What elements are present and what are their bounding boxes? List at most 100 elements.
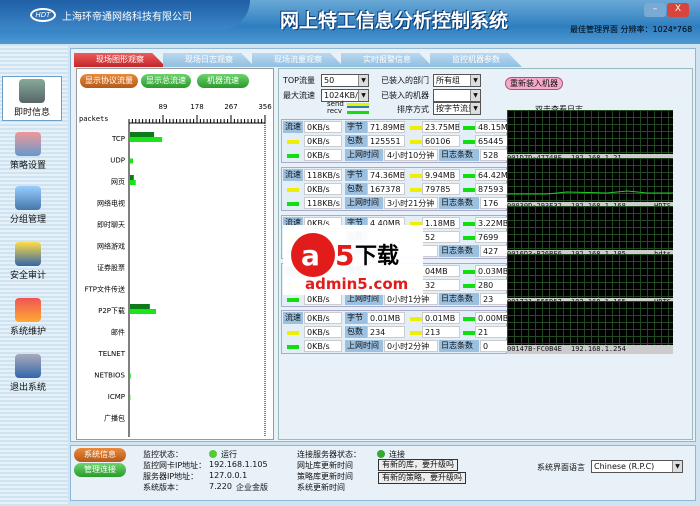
recv-icon	[463, 188, 475, 192]
logs-label: 日志条数	[439, 340, 479, 352]
monitor-status-value: 运行	[221, 450, 237, 459]
bar-recv	[130, 158, 134, 164]
bar-send	[130, 132, 155, 137]
packets-label: 包数	[345, 183, 367, 195]
recv-speed: 118KB/s	[304, 197, 342, 209]
manage-connection-button[interactable]: 管理连接	[74, 463, 126, 477]
send-speed: 0KB/s	[304, 326, 342, 338]
send-icon	[410, 188, 422, 192]
protocol-chart-panel: 显示协议流量 显示总流速 机器流速 packets 89 178 267 356 TCP U…	[76, 68, 274, 440]
policy-db-label: 策略库更新时间	[297, 472, 353, 481]
recv-icon	[463, 236, 475, 240]
protocol-bar-chart: packets 89 178 267 356 TCP UDP 网页网络电视即时聊天网络游戏证券…	[79, 103, 272, 437]
uptime-label: 上网时间	[345, 149, 383, 161]
traffic-graph[interactable]	[507, 110, 673, 154]
machine-row[interactable]: 流速0KB/s0KB/s0KB/s字节71.89MB23.75MB48.15MB…	[281, 119, 508, 163]
tab-log[interactable]: 现场日志观察	[163, 53, 255, 67]
resolution-note: 最佳管理界面 分辨率：1024*768	[570, 25, 693, 34]
recv-icon	[463, 331, 475, 335]
total-packets: 234	[367, 326, 405, 338]
send-packets: 32	[422, 279, 460, 291]
machine-select[interactable]: ▼	[433, 89, 481, 102]
send-bytes: 9.94MB	[422, 169, 460, 181]
tab-machine-params[interactable]: 监控机器参数	[430, 53, 522, 67]
send-icon	[287, 331, 299, 335]
total-speed: 0KB/s	[304, 121, 342, 133]
ip-address: 192.168.1.254	[571, 345, 626, 353]
logs-value: 23	[480, 293, 508, 305]
speed-label: 流速	[283, 169, 303, 181]
category-label: 即时聊天	[97, 220, 125, 229]
sidebar-item-maintenance[interactable]: 系统维护	[4, 298, 52, 337]
recv-packets: 87593	[475, 183, 508, 195]
traffic-graph[interactable]	[507, 254, 673, 298]
traffic-graph[interactable]	[507, 206, 673, 250]
tick-label: 89	[159, 103, 168, 111]
category-label: 网页	[111, 178, 125, 186]
close-button[interactable]: X	[667, 3, 689, 17]
category-label: ICMP	[108, 393, 125, 401]
tick-label: 356	[258, 103, 272, 111]
sidebar-item-exit[interactable]: 退出系统	[4, 354, 52, 393]
sidebar-item-instant-info[interactable]: 即时信息	[2, 76, 62, 121]
recv-icon	[463, 222, 475, 226]
sidebar-item-audit[interactable]: 安全审计	[4, 242, 52, 281]
category-label: UDP	[110, 157, 125, 165]
sort-label: 排序方式	[397, 105, 429, 114]
send-icon	[287, 188, 299, 192]
sort-select[interactable]: 按字节流量 ▼	[433, 102, 481, 115]
minimize-button[interactable]: –	[644, 3, 666, 17]
bar-recv	[130, 309, 156, 314]
unit-label: packets	[79, 115, 109, 123]
dept-select[interactable]: 所有组 ▼	[433, 74, 481, 87]
company-name: 上海环帝通网络科技有限公司	[62, 12, 192, 23]
recv-icon	[287, 298, 299, 302]
system-info-button[interactable]: 系统信息	[74, 448, 126, 462]
bytes-label: 字节	[345, 169, 367, 181]
chevron-down-icon: ▼	[358, 90, 368, 101]
tab-alerts[interactable]: 实时报警信息	[341, 53, 433, 67]
svg-text:admin5.com: admin5.com	[305, 275, 408, 293]
machine-speed-button[interactable]: 机器流速	[197, 74, 249, 88]
show-total-button[interactable]: 显示总流速	[141, 74, 191, 88]
send-bytes: 04MB	[422, 265, 460, 277]
top-select[interactable]: 50 ▼	[321, 74, 369, 87]
chevron-down-icon: ▼	[470, 90, 480, 101]
show-protocol-button[interactable]: 显示协议流量	[80, 74, 138, 88]
tab-graph[interactable]: 现场图形观察	[74, 53, 166, 67]
edition-value: 企业金版	[236, 483, 268, 492]
app-title: 网上特工信息分析控制系统	[280, 10, 509, 32]
traffic-graph[interactable]	[507, 301, 673, 345]
traffic-graph[interactable]	[507, 158, 673, 202]
send-speed: 0KB/s	[304, 135, 342, 147]
nic-ip-value: 192.168.1.105	[209, 460, 268, 469]
upgrade-policy-button[interactable]: 有新的策略，要升级吗	[378, 472, 466, 484]
upgrade-library-button[interactable]: 有新的库，要升级吗	[378, 459, 458, 471]
machine-row[interactable]: 流速 0KB/s 0KB/s 0KB/s 字节 0.01MB 0.01MB 0.00MB 包数 2…	[281, 310, 508, 354]
logs-label: 日志条数	[439, 245, 479, 257]
uptime-value: 4小时10分钟	[384, 149, 438, 161]
logs-label: 日志条数	[439, 293, 479, 305]
recv-icon	[463, 284, 475, 288]
speed-label: 流速	[283, 121, 303, 133]
total-bytes: 71.89MB	[367, 121, 405, 133]
recv-bytes: 48.15MB	[475, 121, 508, 133]
recv-speed: 0KB/s	[304, 149, 342, 161]
recv-swatch	[347, 111, 369, 114]
category-label: 网络游戏	[97, 242, 125, 251]
machine-row[interactable]: 流速 118KB/s 0KB/s 118KB/s 字节 74.36MB 9.94MB 64.4…	[281, 167, 508, 211]
sidebar-item-groups[interactable]: 分组管理	[4, 186, 52, 225]
language-select[interactable]: Chinese (R.P.C) ▼	[591, 460, 683, 473]
bar-send	[130, 304, 150, 309]
chevron-down-icon: ▼	[470, 103, 480, 114]
sidebar-item-policy[interactable]: 策略设置	[4, 132, 52, 171]
tab-traffic[interactable]: 现场流量观察	[252, 53, 344, 67]
recv-packets: 280	[475, 279, 508, 291]
reload-machines-button[interactable]: 重新装入机器	[505, 77, 563, 90]
network-icon	[15, 186, 41, 210]
title-bar: HDT 上海环帝通网络科技有限公司 网上特工信息分析控制系统 最佳管理界面 分辨…	[0, 0, 700, 44]
recv-icon	[463, 270, 475, 274]
uptime-label: 上网时间	[345, 340, 383, 352]
recv-legend: recv	[327, 107, 343, 115]
connected-icon	[377, 450, 385, 458]
